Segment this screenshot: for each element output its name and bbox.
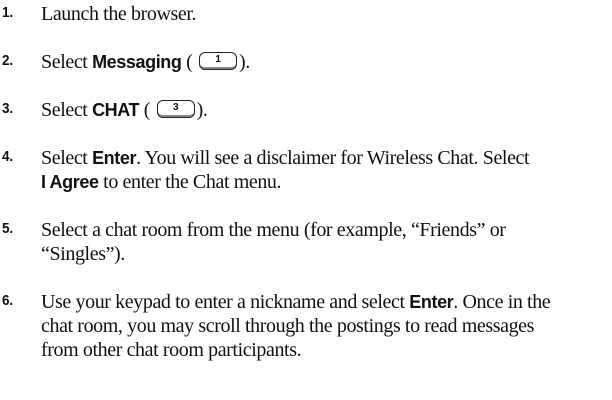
step-text: Select a chat room from the menu (for ex… [41,218,607,266]
messaging-keyword: Messaging [92,52,182,72]
step-text: Select CHAT ( 3). [41,98,607,122]
once-in-text: . Once in the [453,291,551,313]
nickname-text: Use your keypad to enter a nickname and … [41,291,410,313]
step-number: 4. [2,148,13,165]
step-4-line-1: Select Enter. You will see a disclaimer … [41,146,607,170]
step-number: 1. [2,4,13,21]
step-number: 5. [2,220,13,237]
step-6-line-3: from other chat room participants. [41,339,302,361]
select-prefix: Select [41,99,93,121]
step-text: Launch the browser. [41,2,607,26]
instruction-steps-list: 1. Launch the browser. 2. Select Messagi… [0,0,612,400]
step-6-line-2: chat room, you may scroll through the po… [41,315,535,337]
step-number: 3. [2,100,13,117]
key-1-icon: 1 [199,52,237,70]
step-6-line-1: Use your keypad to enter a nickname and … [41,290,607,314]
key-label: 3 [173,102,179,113]
paren-close: ). [239,51,250,73]
step-text: Select Enter. You will see a disclaimer … [41,146,607,194]
step-text: Select Messaging ( 1). [41,50,607,74]
paren-open: ( [181,51,193,73]
enter-chat-menu-text: to enter the Chat menu. [98,171,282,193]
select-prefix: Select [41,51,93,73]
enter-keyword: Enter [92,148,137,168]
chat-keyword: CHAT [92,100,140,120]
step-number: 2. [2,52,13,69]
step-5-line-2: “Singles”). [41,243,125,265]
key-label: 1 [215,54,221,65]
paren-close: ). [196,99,208,121]
select-prefix: Select [41,147,93,169]
step-text: Use your keypad to enter a nickname and … [41,290,607,362]
i-agree-keyword: I Agree [41,172,99,192]
key-3-icon: 3 [156,100,195,118]
step-5-line-1: Select a chat room from the menu (for ex… [41,219,506,241]
paren-open: ( [139,99,151,121]
disclaimer-text: . You will see a disclaimer for Wireless… [136,147,530,169]
step-number: 6. [2,292,13,309]
enter-keyword: Enter [409,292,454,312]
step-4-line-2: I Agree to enter the Chat menu. [41,170,607,194]
step-1-text: Launch the browser. [41,3,197,25]
